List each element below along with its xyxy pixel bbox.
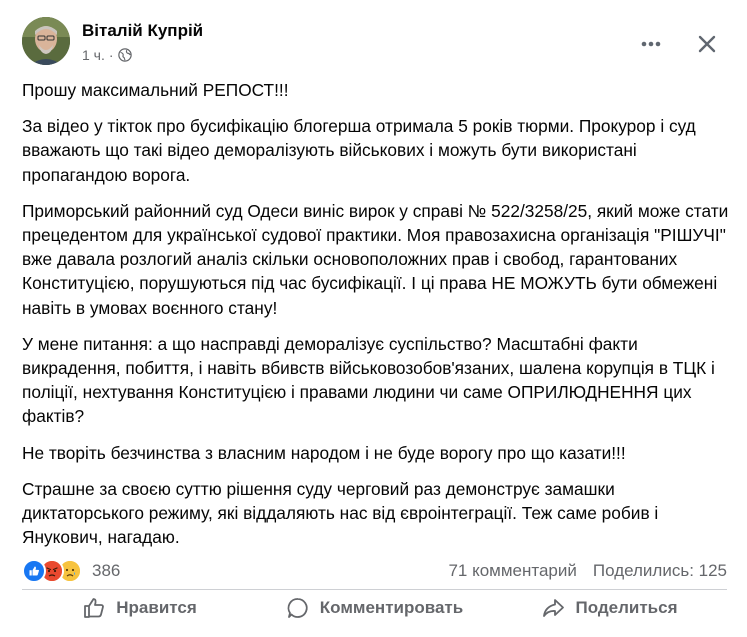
thumbs-up-icon (82, 596, 106, 620)
share-button[interactable]: Поделиться (492, 590, 727, 626)
meta-separator: · (108, 47, 114, 63)
reaction-count[interactable]: 386 (92, 561, 120, 581)
post-paragraph: Страшне за своєю суттю рішення суду черг… (22, 478, 659, 548)
like-button[interactable]: Нравится (22, 590, 257, 626)
like-reaction-icon (22, 559, 46, 583)
post-paragraph: Не творіть безчинства з власним народом … (22, 442, 626, 463)
comment-button[interactable]: Комментировать (257, 590, 492, 626)
post-paragraph: Прошу максимальний РЕПОСТ!!! (22, 80, 289, 100)
post-time[interactable]: 1 ч. (82, 47, 105, 63)
engagement-stats: 71 комментарий Поделились: 125 (448, 561, 727, 581)
close-icon[interactable] (687, 24, 727, 64)
comments-count[interactable]: 71 комментарий (448, 561, 576, 581)
reaction-icons (22, 559, 82, 583)
reactions-row: 386 71 комментарий Поделились: 125 (22, 558, 727, 584)
share-icon (541, 596, 565, 620)
header-actions (631, 24, 727, 64)
post-meta: 1 ч. · (82, 47, 132, 63)
shares-count[interactable]: Поделились: 125 (593, 561, 727, 581)
share-label: Поделиться (575, 598, 678, 617)
post-header: Віталій Купрій 1 ч. · (22, 14, 727, 70)
comment-icon (286, 596, 310, 620)
post-body: Прошу максимальний РЕПОСТ!!! За відео у … (22, 78, 730, 561)
post-paragraph: Приморський районний суд Одеси виніс вир… (22, 200, 729, 318)
post-paragraph: За відео у тікток про бусифікацію блогер… (22, 116, 696, 185)
more-icon[interactable] (631, 24, 671, 64)
avatar[interactable] (22, 17, 70, 65)
author-name[interactable]: Віталій Купрій (82, 21, 203, 41)
comment-label: Комментировать (319, 598, 464, 617)
globe-icon[interactable] (117, 48, 132, 62)
post-paragraph: У мене питання: а що насправді демораліз… (22, 333, 715, 427)
like-label: Нравится (116, 598, 197, 617)
reaction-summary[interactable]: 386 (22, 559, 120, 583)
post-card: Віталій Купрій 1 ч. · Прошу максимальний… (0, 0, 747, 637)
post-actions: Нравится Комментировать Поделиться (22, 590, 727, 626)
